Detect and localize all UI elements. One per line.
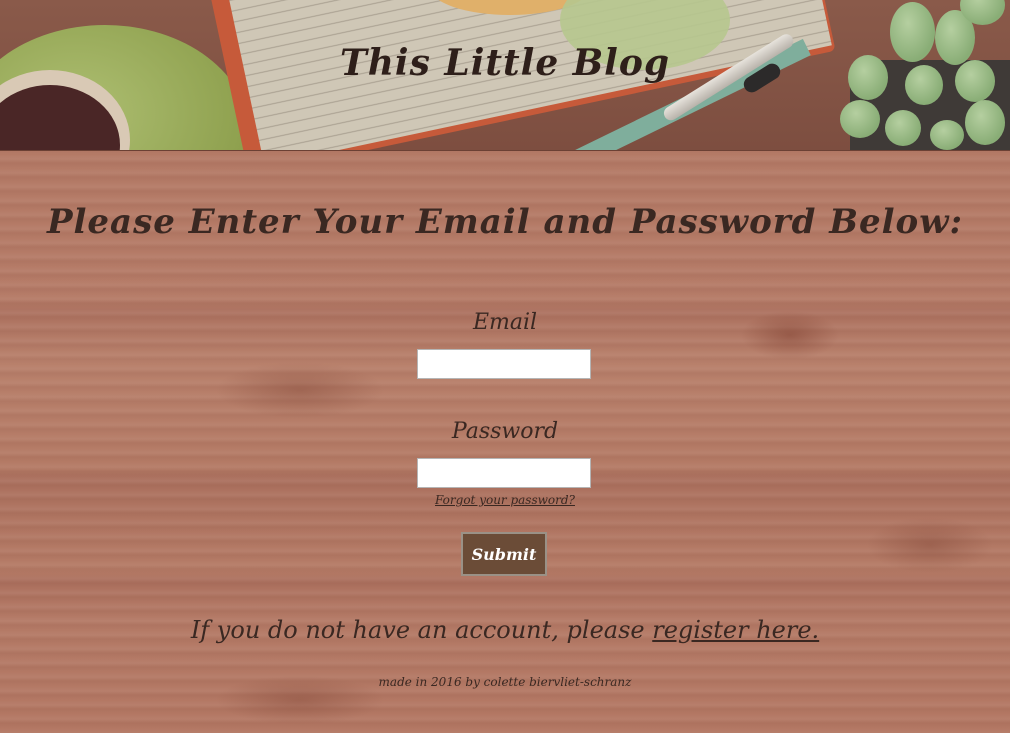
email-field[interactable] [417,349,591,379]
page-heading: Please Enter Your Email and Password Bel… [46,202,964,242]
plant-leaf-icon [840,100,880,138]
plant-leaf-icon [930,120,964,150]
plant-leaf-icon [965,100,1005,145]
register-link[interactable]: register here. [652,616,819,644]
register-prompt-text: If you do not have an account, please [190,616,653,644]
register-prompt: If you do not have an account, please re… [0,616,1010,644]
email-label: Email [472,310,538,335]
password-label: Password [451,419,559,444]
submit-button[interactable]: Submit [461,532,547,576]
header-banner: This Little Blog [0,0,1010,151]
forgot-password-link[interactable]: Forgot your password? [0,493,1010,507]
plant-leaf-icon [885,110,921,146]
password-field[interactable] [417,458,591,488]
site-title[interactable]: This Little Blog [0,42,1010,84]
footer-credit: made in 2016 by colette biervliet-schran… [378,675,632,689]
